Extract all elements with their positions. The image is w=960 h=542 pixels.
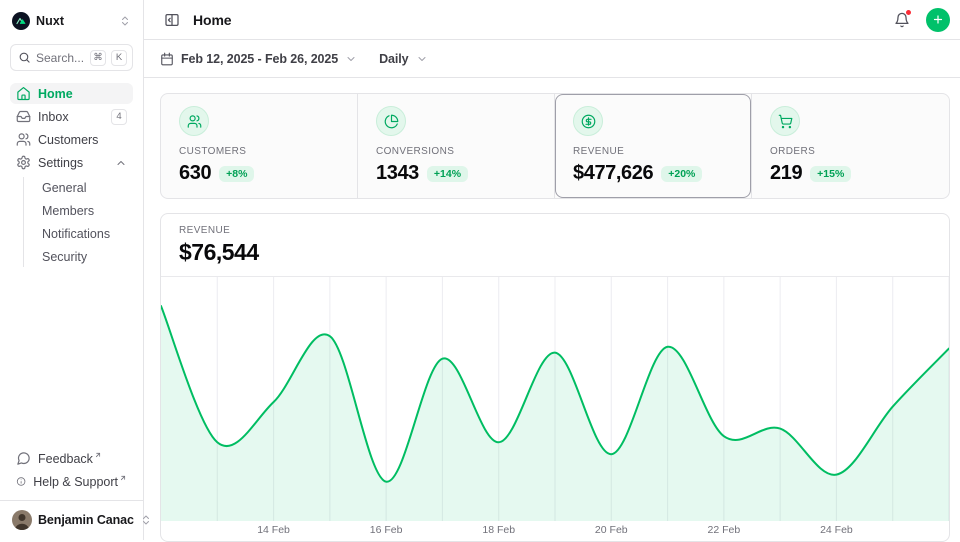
sidebar-item-inbox[interactable]: Inbox 4 <box>10 106 133 127</box>
inbox-count-badge: 4 <box>111 109 127 125</box>
x-axis-tick-label: 16 Feb <box>370 524 403 536</box>
x-axis-tick-label: 20 Feb <box>595 524 628 536</box>
stat-card-revenue[interactable]: REVENUE $477,626 +20% <box>555 94 752 198</box>
stat-label: CONVERSIONS <box>376 146 536 157</box>
dashboard-app: Nuxt Search... ⌘ K Home Inbox 4 Cust <box>0 0 960 540</box>
external-link-icon <box>94 448 102 462</box>
plus-icon <box>932 13 944 26</box>
period-label: Daily <box>379 52 408 66</box>
main-area: Home Feb 12, 2025 - Feb 26, 2025 Daily <box>144 0 960 540</box>
sidebar-item-label: Feedback <box>38 452 127 466</box>
sidebar-item-settings[interactable]: Settings <box>10 152 133 173</box>
chart-metric-value: $76,544 <box>179 239 931 266</box>
pie-chart-icon <box>376 106 406 136</box>
stat-value: 1343 <box>376 162 419 185</box>
dashboard-content: CUSTOMERS 630 +8% CONVERSIONS 1343 +14% <box>144 78 960 542</box>
stat-value: 630 <box>179 162 211 185</box>
chart-metric-label: REVENUE <box>179 225 931 236</box>
date-range-picker[interactable]: Feb 12, 2025 - Feb 26, 2025 <box>160 52 357 66</box>
inbox-icon <box>16 109 31 124</box>
info-circle-icon <box>16 474 26 489</box>
stat-delta-badge: +14% <box>427 166 468 182</box>
stat-label: REVENUE <box>573 146 733 157</box>
calendar-icon <box>160 52 174 66</box>
stat-value: 219 <box>770 162 802 185</box>
sidebar: Nuxt Search... ⌘ K Home Inbox 4 Cust <box>0 0 144 540</box>
stat-card-conversions[interactable]: CONVERSIONS 1343 +14% <box>358 94 555 198</box>
settings-subnav: General Members Notifications Security <box>23 177 133 267</box>
period-select[interactable]: Daily <box>379 52 427 66</box>
sidebar-item-notifications[interactable]: Notifications <box>37 223 133 244</box>
chart-x-axis: 14 Feb 16 Feb 18 Feb 20 Feb 22 Feb 24 Feb <box>161 521 949 541</box>
chat-bubble-icon <box>16 451 31 466</box>
sidebar-item-label: Home <box>38 87 127 101</box>
cart-icon <box>770 106 800 136</box>
stat-card-customers[interactable]: CUSTOMERS 630 +8% <box>161 94 358 198</box>
sidebar-item-general[interactable]: General <box>37 177 133 198</box>
revenue-chart-card: REVENUE $76,544 14 Feb 16 Feb 18 Feb 20 Feb… <box>160 213 950 542</box>
users-icon <box>16 132 31 147</box>
sidebar-item-help-support[interactable]: Help & Support <box>10 471 133 492</box>
panel-left-close-icon <box>164 12 180 28</box>
sidebar-nav: Home Inbox 4 Customers Settings General … <box>10 83 133 267</box>
notifications-button[interactable] <box>890 8 914 32</box>
dollar-circle-icon <box>573 106 603 136</box>
chevron-down-icon <box>416 53 428 65</box>
workspace-switcher[interactable]: Nuxt <box>10 8 133 34</box>
stat-card-orders[interactable]: ORDERS 219 +15% <box>752 94 949 198</box>
page-title: Home <box>193 12 881 28</box>
x-axis-tick-label: 18 Feb <box>482 524 515 536</box>
sidebar-item-security[interactable]: Security <box>37 246 133 267</box>
topbar: Home <box>144 0 960 40</box>
user-avatar <box>12 510 32 530</box>
filter-bar: Feb 12, 2025 - Feb 26, 2025 Daily <box>144 40 960 78</box>
search-icon <box>18 51 31 64</box>
collapse-sidebar-button[interactable] <box>160 8 184 32</box>
sidebar-item-label: Customers <box>38 133 127 147</box>
sidebar-item-label: Inbox <box>38 110 104 124</box>
notification-dot <box>905 9 912 16</box>
x-axis-tick-label: 14 Feb <box>257 524 290 536</box>
sidebar-item-members[interactable]: Members <box>37 200 133 221</box>
sidebar-item-home[interactable]: Home <box>10 83 133 104</box>
chevrons-up-down-icon <box>119 15 131 27</box>
sidebar-item-label: Settings <box>38 156 108 170</box>
users-icon <box>179 106 209 136</box>
revenue-area-chart[interactable] <box>161 277 949 521</box>
date-range-label: Feb 12, 2025 - Feb 26, 2025 <box>181 52 338 66</box>
add-new-button[interactable] <box>926 8 950 32</box>
user-menu[interactable]: Benjamin Canac <box>10 501 133 540</box>
search-placeholder: Search... <box>36 51 85 65</box>
kbd-k-key: K <box>111 50 127 66</box>
kbd-meta-key: ⌘ <box>90 50 106 66</box>
nuxt-logo <box>12 12 30 30</box>
sidebar-item-customers[interactable]: Customers <box>10 129 133 150</box>
search-input[interactable]: Search... ⌘ K <box>10 44 133 71</box>
chart-plot-area[interactable] <box>161 277 949 521</box>
user-name: Benjamin Canac <box>38 513 134 527</box>
sidebar-item-label: Help & Support <box>33 475 127 489</box>
chart-header: REVENUE $76,544 <box>161 214 949 277</box>
external-link-icon <box>119 471 127 485</box>
gear-icon <box>16 155 31 170</box>
stat-delta-badge: +15% <box>810 166 851 182</box>
chevron-up-icon <box>115 157 127 169</box>
stat-label: ORDERS <box>770 146 931 157</box>
chevron-down-icon <box>345 53 357 65</box>
stat-label: CUSTOMERS <box>179 146 339 157</box>
stat-delta-badge: +20% <box>661 166 702 182</box>
x-axis-tick-label: 24 Feb <box>820 524 853 536</box>
x-axis-tick-label: 22 Feb <box>707 524 740 536</box>
stat-value: $477,626 <box>573 162 653 185</box>
stats-row: CUSTOMERS 630 +8% CONVERSIONS 1343 +14% <box>160 93 950 199</box>
home-icon <box>16 86 31 101</box>
workspace-name: Nuxt <box>36 14 113 28</box>
stat-delta-badge: +8% <box>219 166 254 182</box>
sidebar-item-feedback[interactable]: Feedback <box>10 448 133 469</box>
